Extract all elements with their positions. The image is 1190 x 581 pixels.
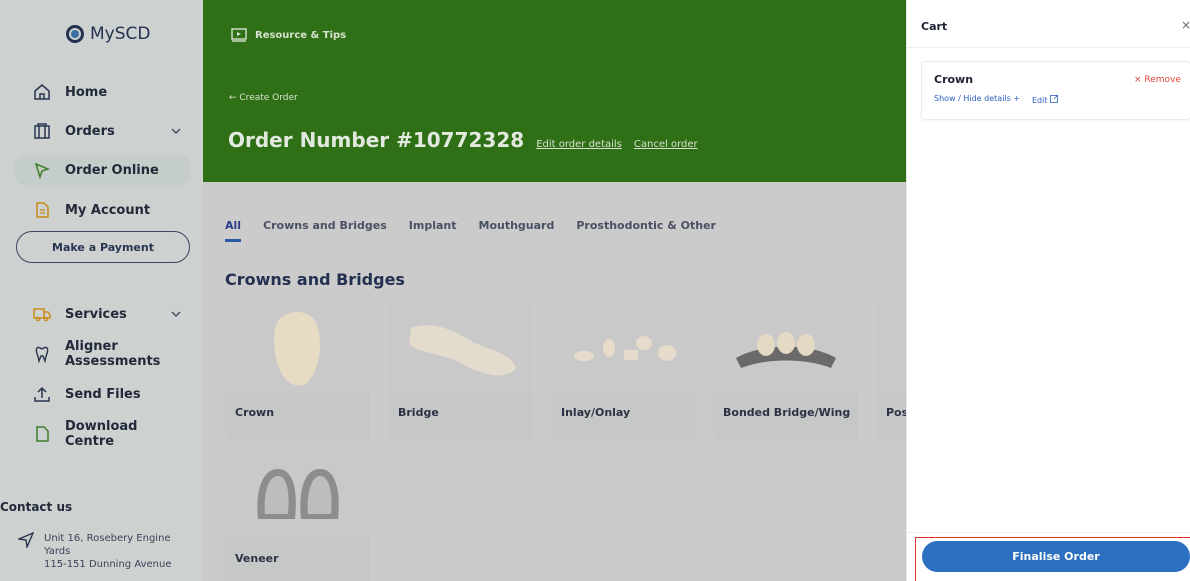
sidebar-item-label: My Account — [65, 202, 151, 218]
finalise-order-button[interactable]: Finalise Order — [922, 541, 1190, 572]
remove-button[interactable]: × Remove — [1134, 75, 1181, 85]
sidebar-item-services[interactable]: Services — [15, 299, 190, 329]
edit-icon — [1050, 94, 1059, 103]
sidebar-item-label: Orders — [65, 123, 115, 139]
logo-text: MySCD — [90, 24, 151, 44]
tooth-icon — [35, 346, 49, 363]
order-banner: Resource & Tips ← Create Order Order Num… — [203, 0, 906, 182]
close-icon[interactable]: × — [1181, 18, 1190, 32]
product-label: Inlay/Onlay — [561, 406, 631, 419]
crown-image — [273, 312, 320, 386]
contact-address: Unit 16, Rosebery Engine Yards 115-151 D… — [44, 532, 194, 571]
chevron-down-icon[interactable] — [170, 125, 182, 137]
product-image — [388, 304, 533, 392]
sidebar-item-label: Services — [65, 306, 127, 322]
product-card-veneer[interactable]: Veneer — [225, 450, 370, 581]
product-image — [713, 304, 858, 392]
product-card-crown[interactable]: Crown — [225, 304, 370, 440]
inlay-onlay-image — [573, 336, 676, 361]
veneer-image — [256, 469, 339, 519]
product-label: Crown — [235, 406, 275, 419]
sidebar-item-aligner-assessments[interactable]: Aligner Assessments — [15, 339, 190, 369]
edit-order-link[interactable]: Edit order details — [536, 139, 622, 150]
cart-item-name: Crown — [934, 73, 974, 86]
sidebar-item-label: Download Centre — [65, 419, 138, 449]
product-card-inlay-onlay[interactable]: Inlay/Onlay — [551, 304, 696, 440]
sidebar-item-label: Home — [65, 84, 108, 100]
product-label: Veneer — [235, 552, 279, 565]
chevron-down-icon[interactable] — [170, 308, 182, 320]
resource-link[interactable]: Resource & Tips — [231, 28, 346, 42]
product-image — [551, 304, 696, 392]
file-icon — [36, 426, 49, 442]
tab-all[interactable]: All — [225, 219, 242, 242]
cart-panel: Cart × Crown × Remove Show / Hide detail… — [906, 0, 1190, 581]
video-icon — [231, 28, 247, 42]
tab-implant[interactable]: Implant — [409, 219, 457, 232]
sidebar-item-my-account[interactable]: My Account — [15, 195, 190, 225]
product-image — [225, 304, 370, 392]
document-icon — [36, 202, 49, 218]
back-link[interactable]: ← Create Order — [229, 93, 298, 103]
section-title: Crowns and Bridges — [225, 270, 405, 289]
product-label: Bonded Bridge/Wing — [723, 406, 851, 419]
page: MySCD Home Orders Order Online My Accoun… — [0, 0, 1190, 581]
cart-title: Cart — [921, 20, 948, 33]
bridge-image — [408, 325, 516, 376]
product-image — [876, 304, 906, 392]
cart-item: Crown × Remove Show / Hide details + Edi… — [921, 61, 1190, 120]
product-label: Bridge — [398, 406, 439, 419]
category-tabs: All Crowns and Bridges Implant Mouthguar… — [225, 219, 716, 242]
cursor-icon — [34, 162, 51, 179]
home-icon — [34, 84, 50, 100]
logo[interactable]: MySCD — [66, 24, 150, 44]
sidebar-item-home[interactable]: Home — [15, 77, 190, 107]
sidebar-item-label: Order Online — [65, 162, 159, 178]
product-card-bridge[interactable]: Bridge — [388, 304, 533, 440]
truck-icon — [33, 308, 51, 322]
order-title: Order Number #10772328 — [228, 128, 525, 152]
edit-item-link[interactable]: Edit — [1032, 94, 1059, 105]
sidebar-item-download-centre[interactable]: Download Centre — [15, 419, 190, 449]
sidebar-item-order-online[interactable]: Order Online — [15, 155, 190, 185]
product-label: Pos — [886, 406, 906, 419]
logo-icon — [66, 25, 84, 43]
tab-mouthguard[interactable]: Mouthguard — [479, 219, 555, 232]
make-payment-button[interactable]: Make a Payment — [16, 231, 190, 263]
sidebar-item-orders[interactable]: Orders — [15, 116, 190, 146]
tab-crowns-and-bridges[interactable]: Crowns and Bridges — [263, 219, 387, 232]
resource-label: Resource & Tips — [255, 29, 347, 41]
sidebar-item-label: Aligner Assessments — [65, 339, 161, 369]
address-line: 115-151 Dunning Avenue — [44, 559, 172, 570]
main-content: Resource & Tips ← Create Order Order Num… — [203, 0, 906, 581]
product-image — [225, 450, 370, 538]
location-arrow-icon — [18, 532, 34, 548]
contact-title: Contact us — [0, 500, 73, 514]
sidebar-item-label: Send Files — [65, 386, 141, 402]
tab-prosthodontic-other[interactable]: Prosthodontic & Other — [576, 219, 716, 232]
cart-header: Cart × — [907, 0, 1190, 48]
cancel-order-link[interactable]: Cancel order — [634, 139, 698, 150]
sidebar-item-send-files[interactable]: Send Files — [15, 379, 190, 409]
bonded-bridge-image — [735, 332, 836, 368]
product-card-bonded-bridge[interactable]: Bonded Bridge/Wing — [713, 304, 858, 440]
toggle-details-link[interactable]: Show / Hide details + — [934, 94, 1020, 103]
address-line: Unit 16, Rosebery Engine Yards — [44, 533, 171, 557]
order-title-row: Order Number #10772328 Edit order detail… — [228, 128, 698, 152]
product-card-post[interactable]: Pos — [876, 304, 906, 440]
orders-icon — [34, 123, 50, 139]
upload-icon — [34, 386, 50, 402]
edit-label: Edit — [1032, 96, 1048, 105]
sidebar: MySCD Home Orders Order Online My Accoun… — [0, 0, 203, 581]
